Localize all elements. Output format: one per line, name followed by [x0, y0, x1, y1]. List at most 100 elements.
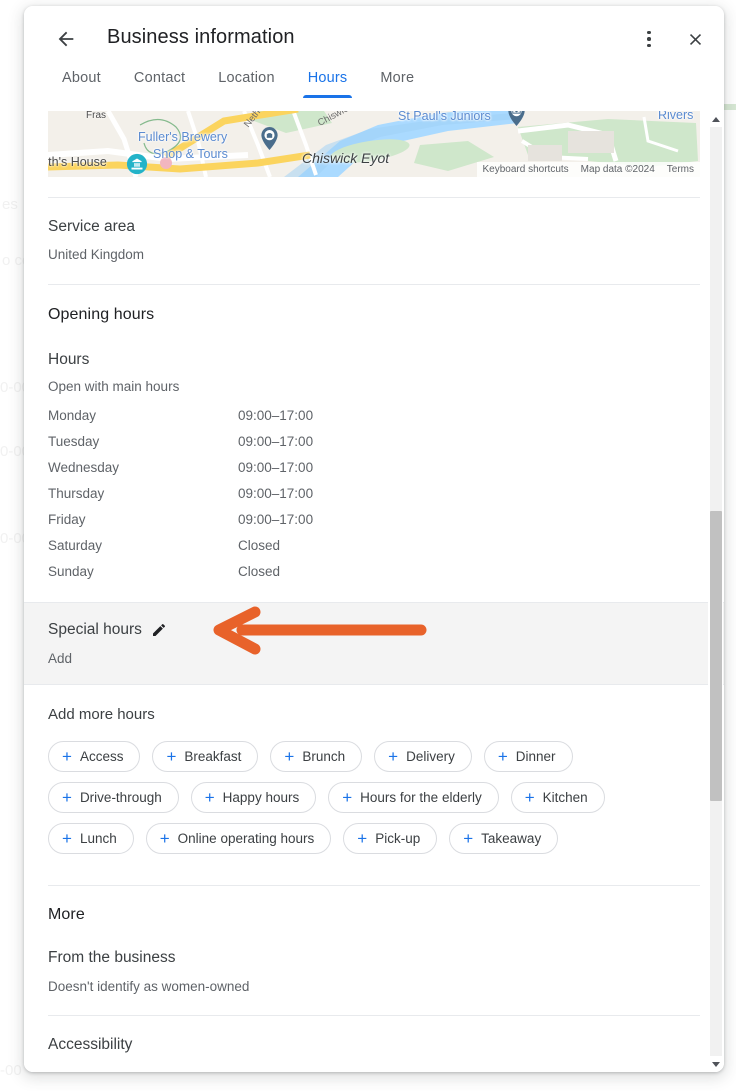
table-row: Saturday Closed	[48, 532, 700, 558]
map-keyboard-shortcuts[interactable]: Keyboard shortcuts	[476, 162, 575, 177]
opening-hours-title: Opening hours	[48, 306, 155, 323]
background-ghost-text: es	[2, 196, 18, 213]
hours-time: 09:00–17:00	[238, 485, 314, 501]
chip-hours-for-the-elderly[interactable]: + Hours for the elderly	[328, 782, 499, 813]
location-map[interactable]: Fras Fuller's Brewery Shop & Tours rth's…	[48, 111, 700, 177]
scrollbar-thumb[interactable]	[710, 511, 722, 801]
overflow-menu-button[interactable]	[634, 24, 664, 54]
hours-time: 09:00–17:00	[238, 407, 314, 423]
back-button[interactable]	[52, 25, 80, 53]
chip-label: Takeaway	[481, 831, 542, 846]
chip-kitchen[interactable]: + Kitchen	[510, 782, 605, 813]
add-more-hours-title: Add more hours	[48, 706, 155, 723]
map-pin-icon	[261, 127, 278, 150]
table-row: Friday 09:00–17:00	[48, 506, 700, 532]
chip-pick-up[interactable]: + Pick-up	[343, 823, 438, 854]
map-label: Chiswick Eyot	[302, 150, 390, 166]
map-attribution: Keyboard shortcuts Map data ©2024 Terms	[476, 162, 700, 177]
hours-day: Monday	[48, 407, 97, 423]
plus-icon: +	[62, 787, 72, 807]
scroll-up-button[interactable]	[708, 111, 723, 127]
accessibility-section: Accessibility	[24, 1016, 724, 1054]
chip-label: Pick-up	[375, 831, 421, 846]
tab-hours[interactable]: Hours	[302, 70, 353, 98]
plus-icon: +	[357, 828, 368, 848]
map-label: Fuller's Brewery	[138, 130, 228, 144]
hours-day: Tuesday	[48, 433, 100, 449]
chip-brunch[interactable]: + Brunch	[270, 741, 363, 772]
plus-icon: +	[284, 746, 295, 766]
map-label: rth's House	[48, 155, 107, 169]
business-information-dialog: Business information About Contact Locat…	[24, 6, 724, 1072]
tab-location[interactable]: Location	[218, 70, 274, 97]
hours-time: 09:00–17:00	[238, 433, 314, 449]
plus-icon: +	[62, 746, 72, 766]
chip-delivery[interactable]: + Delivery	[374, 741, 472, 772]
chip-takeaway[interactable]: + Takeaway	[449, 823, 559, 854]
table-row: Monday 09:00–17:00	[48, 402, 700, 428]
dialog-body: Fras Fuller's Brewery Shop & Tours rth's…	[24, 111, 724, 1072]
plus-icon: +	[497, 746, 508, 766]
hours-time: Closed	[238, 563, 281, 579]
header-actions	[634, 24, 710, 54]
hours-table: Monday 09:00–17:00 Tuesday 09:00–17:00 Wed…	[48, 402, 700, 584]
chevron-down-icon	[711, 1061, 720, 1067]
add-more-hours-chips: + Access + Breakfast + Brunch + Delivery + Di…	[48, 741, 664, 854]
dialog-header: Business information	[24, 6, 724, 70]
chip-label: Hours for the elderly	[360, 790, 482, 805]
chip-label: Kitchen	[542, 790, 588, 805]
more-title: More	[48, 906, 85, 923]
chip-label: Dinner	[515, 749, 556, 764]
map-label: Fras	[86, 111, 106, 121]
chip-label: Online operating hours	[177, 831, 315, 846]
plus-icon: +	[342, 787, 353, 807]
map-pin-icon	[508, 111, 525, 126]
plus-icon: +	[524, 787, 535, 807]
tab-contact[interactable]: Contact	[134, 70, 185, 97]
more-vert-icon	[647, 30, 651, 48]
scrollbar[interactable]	[708, 111, 723, 1072]
close-icon	[689, 33, 701, 45]
close-button[interactable]	[680, 24, 710, 54]
accessibility-title: Accessibility	[48, 1036, 133, 1053]
scroll-down-button[interactable]	[708, 1056, 723, 1072]
service-area-value: United Kingdom	[48, 247, 145, 262]
chip-label: Lunch	[79, 831, 117, 846]
plus-icon: +	[463, 828, 474, 848]
hours-day: Saturday	[48, 537, 103, 553]
map-label: St Paul's Juniors	[398, 111, 491, 123]
map-terms-link[interactable]: Terms	[660, 162, 700, 177]
chip-breakfast[interactable]: + Breakfast	[152, 741, 259, 772]
map-label: Shop & Tours	[153, 147, 228, 161]
hours-day: Wednesday	[48, 459, 120, 475]
chip-access[interactable]: + Access	[48, 741, 141, 772]
map-label: Rivers	[658, 111, 694, 122]
special-hours-add-link[interactable]: Add	[48, 651, 700, 666]
tab-more[interactable]: More	[380, 70, 414, 97]
chip-lunch[interactable]: + Lunch	[48, 823, 134, 854]
chip-drive-through[interactable]: + Drive-through	[48, 782, 179, 813]
hours-day: Thursday	[48, 485, 105, 501]
table-row: Sunday Closed	[48, 558, 700, 584]
museum-marker-icon	[126, 153, 148, 175]
from-the-business-value: Doesn't identify as women-owned	[48, 979, 250, 994]
more-section: More From the business Doesn't identify …	[24, 886, 724, 994]
table-row: Tuesday 09:00–17:00	[48, 428, 700, 454]
chip-happy-hours[interactable]: + Happy hours	[190, 782, 317, 813]
hours-time: Closed	[238, 537, 281, 553]
screen: es o co 0-00 0-00 0-00 -00 Business info…	[0, 0, 736, 1091]
pencil-icon[interactable]	[151, 622, 167, 638]
plus-icon: +	[166, 746, 177, 766]
chip-label: Brunch	[302, 749, 346, 764]
chip-online-operating-hours[interactable]: + Online operating hours	[145, 823, 332, 854]
service-area-title: Service area	[48, 218, 136, 235]
plus-icon: +	[159, 828, 170, 848]
chip-dinner[interactable]: + Dinner	[483, 741, 573, 772]
hours-subtitle: Hours	[48, 351, 90, 368]
chip-label: Breakfast	[184, 749, 242, 764]
hours-day: Sunday	[48, 563, 94, 579]
special-hours-header: Special hours	[48, 621, 700, 639]
tab-about[interactable]: About	[62, 70, 101, 97]
chip-label: Delivery	[406, 749, 455, 764]
table-row: Wednesday 09:00–17:00	[48, 454, 700, 480]
